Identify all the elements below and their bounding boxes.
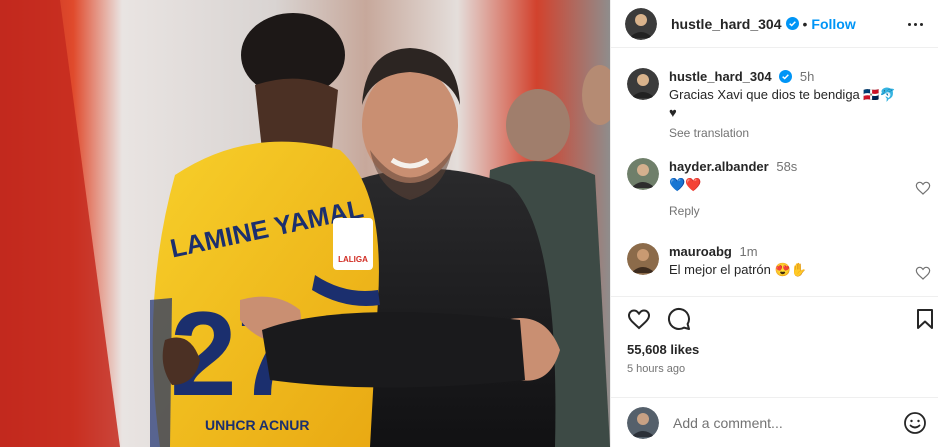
author-username[interactable]: hustle_hard_304 — [671, 16, 782, 32]
comment-item: hayder.albander 58s 💙❤️ Reply — [627, 158, 931, 220]
post-side-panel: hustle_hard_304 • Follow hustle_hard_304… — [610, 0, 938, 447]
action-bar — [627, 307, 933, 333]
commenter-username[interactable]: hayder.albander — [669, 159, 769, 174]
like-comment-heart-icon[interactable] — [915, 265, 931, 281]
post-time-ago[interactable]: 5 hours ago — [627, 363, 685, 375]
separator-dot: • — [802, 15, 808, 32]
caption-avatar[interactable] — [627, 68, 659, 100]
post-header: hustle_hard_304 • Follow — [611, 0, 938, 48]
comment-time[interactable]: 58s — [776, 159, 797, 174]
viewer-avatar — [627, 406, 659, 439]
commenter-avatar[interactable] — [627, 243, 659, 275]
comment-time[interactable]: 1m — [739, 244, 757, 259]
comment-text: El mejor el patrón 😍✋ — [669, 262, 807, 277]
verified-badge-icon — [785, 17, 799, 30]
emoji-picker-icon[interactable] — [903, 411, 927, 435]
likes-count[interactable]: 55,608 likes — [627, 342, 699, 357]
instagram-post: LAMINE YAMAL 27 LALIGA UNHCR ACNUR hustl… — [0, 0, 938, 447]
caption-text: Gracias Xavi que dios te bendiga 🇩🇴🐬 — [669, 87, 896, 102]
post-image: LAMINE YAMAL 27 LALIGA UNHCR ACNUR — [0, 0, 610, 447]
like-heart-icon[interactable] — [627, 307, 651, 331]
add-comment-input[interactable] — [673, 414, 893, 431]
sleeve-badge-text: LALIGA — [338, 255, 368, 264]
add-comment-bar — [611, 397, 938, 447]
comment-text: 💙❤️ — [669, 177, 702, 192]
commenter-username[interactable]: mauroabg — [669, 244, 732, 259]
caption-text-line2: ♥ — [669, 105, 677, 120]
like-comment-heart-icon[interactable] — [915, 180, 931, 196]
post-photo[interactable]: LAMINE YAMAL 27 LALIGA UNHCR ACNUR — [0, 0, 610, 447]
comment-bubble-icon[interactable] — [667, 307, 691, 331]
verified-badge-icon — [779, 70, 793, 83]
caption: hustle_hard_304 5h Gracias Xavi que dios… — [627, 68, 927, 143]
caption-username[interactable]: hustle_hard_304 — [669, 69, 772, 84]
sponsor-text: UNHCR ACNUR — [205, 417, 309, 433]
author-avatar[interactable] — [625, 7, 657, 40]
save-bookmark-icon[interactable] — [913, 307, 937, 331]
commenter-avatar[interactable] — [627, 158, 659, 190]
comment-item: mauroabg 1m El mejor el patrón 😍✋ — [627, 243, 931, 288]
see-translation-link[interactable]: See translation — [669, 124, 919, 142]
more-options-icon[interactable] — [903, 14, 927, 34]
reply-button[interactable]: Reply — [669, 202, 919, 220]
follow-button[interactable]: Follow — [811, 16, 855, 32]
caption-time[interactable]: 5h — [800, 69, 814, 84]
